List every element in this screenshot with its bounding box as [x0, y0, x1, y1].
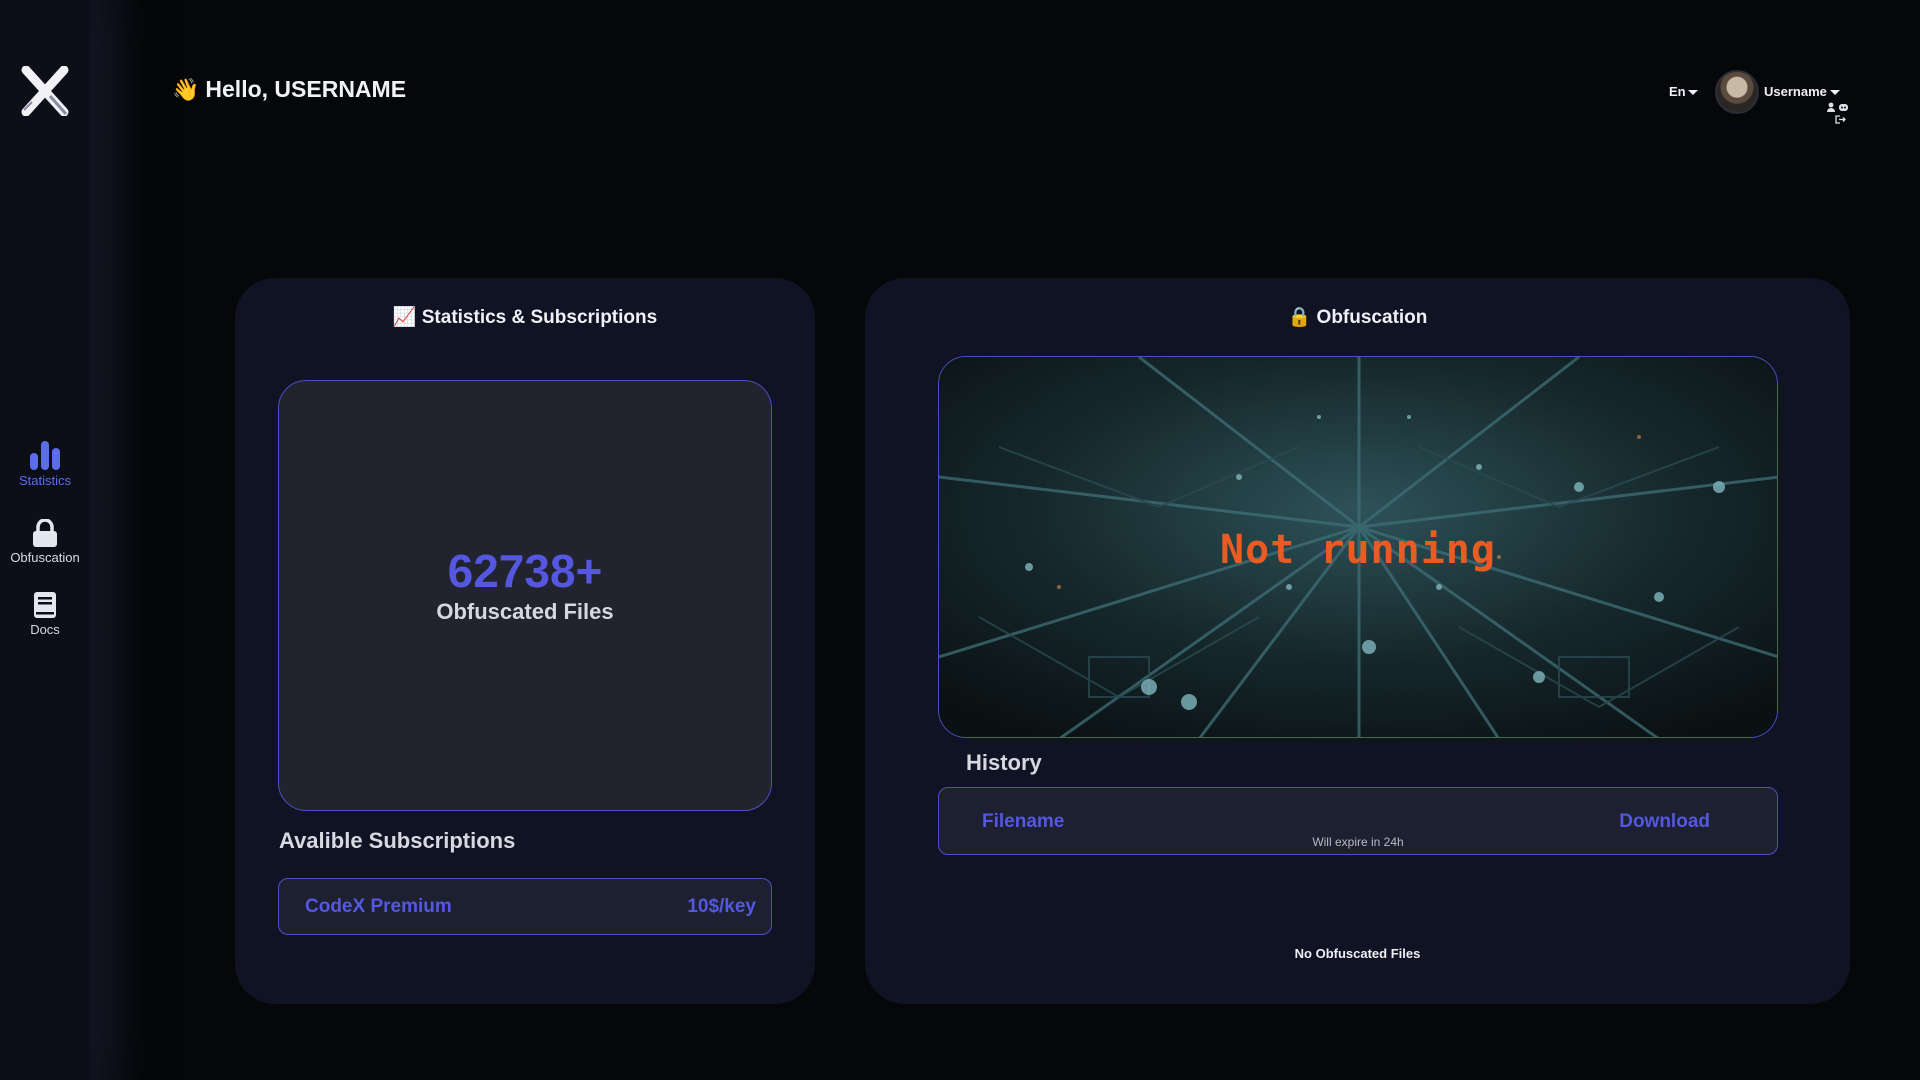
user-icon[interactable] — [1827, 102, 1835, 112]
subscription-name: CodeX Premium — [305, 896, 452, 917]
chart-up-icon: 📈 — [392, 307, 417, 328]
sidebar-item-label: Statistics — [18, 473, 71, 488]
obfuscated-count-label: Obfuscated Files — [436, 599, 614, 624]
sidebar-shadow — [90, 0, 140, 1080]
language-selector[interactable]: En — [1669, 84, 1698, 99]
card-title: 🔒 Obfuscation — [865, 305, 1850, 329]
obfuscation-status-panel: Not running — [938, 356, 1778, 738]
history-download-column[interactable]: Download — [1619, 811, 1710, 833]
chevron-down-icon — [1829, 90, 1840, 95]
wave-icon: 👋 — [172, 76, 200, 102]
history-filename-column: Filename — [982, 811, 1065, 832]
discord-icon[interactable] — [1839, 104, 1848, 111]
account-icons — [1827, 102, 1848, 124]
bar-chart-icon — [30, 441, 60, 470]
codex-logo[interactable] — [20, 66, 70, 116]
card-title-text: Obfuscation — [1316, 307, 1428, 328]
sidebar-item-statistics[interactable]: Statistics — [0, 440, 90, 488]
lock-icon — [33, 519, 57, 547]
obfuscation-status: Not running — [1220, 527, 1496, 573]
language-label: En — [1669, 84, 1686, 99]
sidebar-item-obfuscation[interactable]: Obfuscation — [0, 519, 90, 565]
card-title: 📈 Statistics & Subscriptions — [235, 305, 815, 329]
avatar[interactable] — [1715, 70, 1759, 114]
empty-history-text: No Obfuscated Files — [1294, 946, 1421, 961]
history-heading: History — [966, 750, 1042, 775]
subscription-item[interactable]: CodeX Premium 10$/key — [278, 878, 772, 935]
username-label: Username — [1764, 84, 1827, 99]
subscription-price: 10$/key — [687, 896, 756, 917]
logout-icon[interactable] — [1835, 115, 1846, 124]
sidebar-item-label: Docs — [30, 622, 60, 637]
obfuscation-card: 🔒 Obfuscation Not running History Filena… — [865, 278, 1850, 1004]
chevron-down-icon — [1687, 90, 1698, 95]
page-greeting: 👋 Hello, USERNAME — [172, 76, 406, 103]
sidebar-item-docs[interactable]: Docs — [0, 591, 90, 637]
user-menu[interactable]: Username — [1764, 84, 1840, 99]
book-icon — [34, 592, 56, 618]
obfuscated-count-panel: 62738+ Obfuscated Files — [278, 380, 772, 811]
history-header-row: Filename Download Will expire in 24h — [938, 787, 1778, 855]
obfuscated-count: 62738+ — [447, 545, 603, 597]
card-title-text: Statistics & Subscriptions — [421, 307, 658, 328]
expire-note: Will expire in 24h — [1312, 835, 1404, 849]
sidebar-item-label: Obfuscation — [10, 550, 80, 565]
sidebar: Statistics Obfuscation Docs — [0, 0, 90, 1080]
subscriptions-heading: Avalible Subscriptions — [279, 828, 516, 853]
lock-emoji-icon: 🔒 — [1287, 307, 1312, 328]
greeting-text: Hello, USERNAME — [205, 76, 407, 102]
statistics-card: 📈 Statistics & Subscriptions 62738+ Obfu… — [235, 278, 815, 1004]
